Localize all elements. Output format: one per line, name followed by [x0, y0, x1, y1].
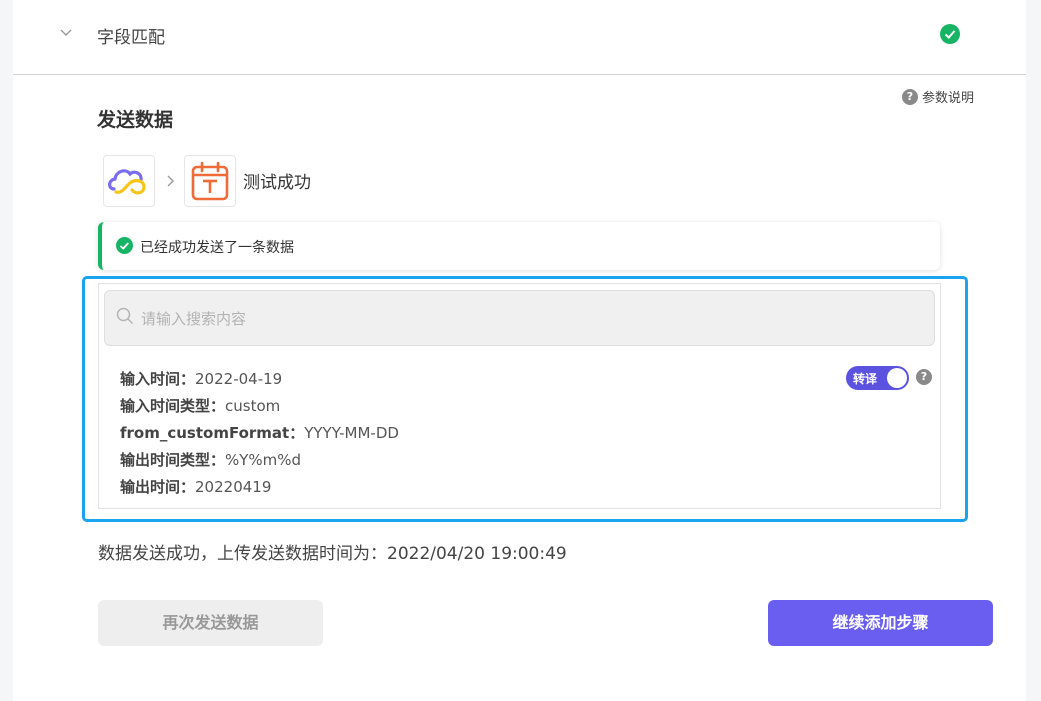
param-help-link[interactable]: ? 参数说明: [902, 87, 974, 106]
continue-add-step-button[interactable]: 继续添加步骤: [768, 600, 993, 646]
calendar-app-icon: [184, 155, 236, 207]
field-value: YYYY-MM-DD: [304, 424, 399, 442]
field-key: 输出时间类型：: [120, 451, 226, 469]
card: 字段匹配 ? 参数说明 发送数据 测试成功 已经成功发送了一条数据 请输入搜索内…: [13, 0, 1026, 701]
search-icon: [116, 307, 134, 325]
param-help-label: 参数说明: [922, 91, 975, 106]
section-title: 字段匹配: [97, 28, 165, 48]
field-row: 输入时间类型：custom: [120, 395, 280, 416]
send-result-message: 数据发送成功，上传发送数据时间为：2022/04/20 19:00:49: [98, 544, 567, 564]
toggle-knob: [887, 368, 907, 388]
section-header-field-mapping[interactable]: 字段匹配: [13, 0, 1026, 75]
question-circle-icon[interactable]: ?: [916, 369, 932, 385]
field-row: 输出时间：20220419: [120, 476, 271, 497]
field-key: 输入时间：: [120, 370, 196, 388]
search-box[interactable]: [104, 290, 935, 346]
send-data-title: 发送数据: [97, 109, 174, 131]
search-input[interactable]: [139, 307, 923, 331]
field-value: %Y%m%d: [225, 451, 302, 469]
test-status-text: 测试成功: [243, 173, 311, 193]
check-circle-icon: [116, 237, 133, 254]
field-value: custom: [225, 397, 281, 415]
toggle-label: 转译: [853, 372, 878, 386]
cloud-app-icon: [103, 155, 155, 207]
field-row: from_customFormat：YYYY-MM-DD: [120, 422, 399, 443]
check-circle-icon: [940, 24, 960, 44]
field-row: 输入时间：2022-04-19: [120, 368, 282, 389]
field-key: 输出时间：: [120, 478, 196, 496]
field-key: 输入时间类型：: [120, 397, 226, 415]
field-value: 20220419: [195, 478, 272, 496]
chevron-right-icon: [167, 175, 174, 187]
resend-data-button[interactable]: 再次发送数据: [98, 600, 323, 646]
field-key: from_customFormat：: [120, 424, 305, 442]
alert-message: 已经成功发送了一条数据: [140, 240, 294, 256]
question-circle-icon: ?: [902, 88, 918, 105]
translate-toggle[interactable]: 转译: [846, 366, 909, 390]
chevron-down-icon[interactable]: [60, 26, 72, 38]
data-panel: 输入时间：2022-04-19 输入时间类型：custom from_custo…: [98, 283, 941, 509]
success-alert: 已经成功发送了一条数据: [98, 222, 940, 270]
field-value: 2022-04-19: [195, 370, 283, 388]
field-row: 输出时间类型：%Y%m%d: [120, 449, 301, 470]
